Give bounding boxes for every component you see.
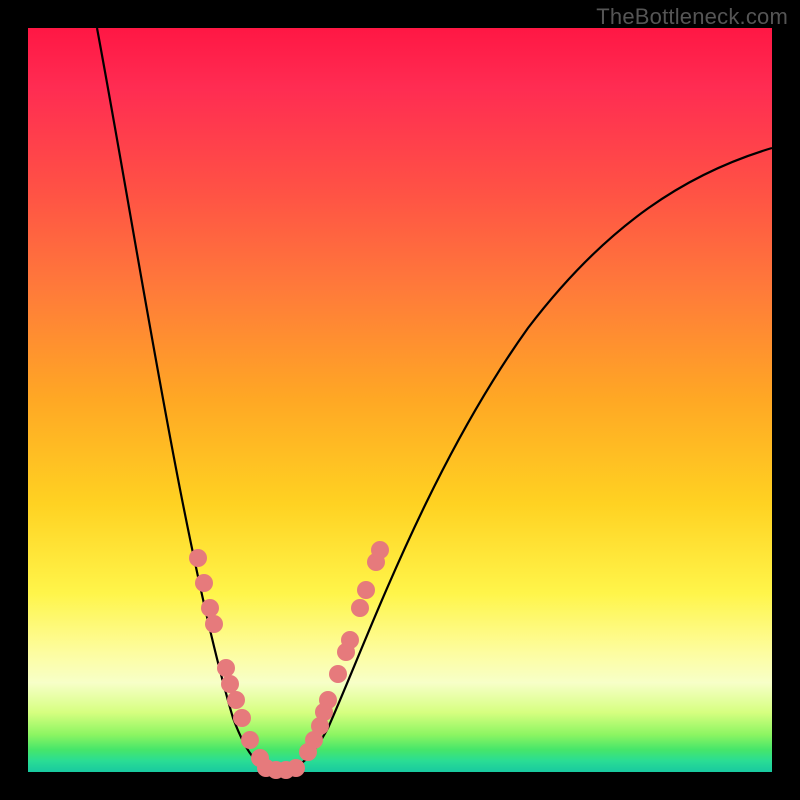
watermark-text: TheBottleneck.com (596, 4, 788, 30)
data-dot (217, 659, 235, 677)
data-dots (189, 541, 389, 779)
bottleneck-curve (97, 28, 772, 770)
chart-frame: TheBottleneck.com (0, 0, 800, 800)
data-dot (371, 541, 389, 559)
data-dot (357, 581, 375, 599)
data-dot (241, 731, 259, 749)
data-dot (351, 599, 369, 617)
data-dot (205, 615, 223, 633)
data-dot (341, 631, 359, 649)
data-dot (189, 549, 207, 567)
data-dot (329, 665, 347, 683)
data-dot (195, 574, 213, 592)
data-dot (201, 599, 219, 617)
data-dot (319, 691, 337, 709)
data-dot (227, 691, 245, 709)
data-dot (287, 759, 305, 777)
data-dot (233, 709, 251, 727)
data-dot (221, 675, 239, 693)
plot-area (28, 28, 772, 772)
curve-layer (28, 28, 772, 772)
